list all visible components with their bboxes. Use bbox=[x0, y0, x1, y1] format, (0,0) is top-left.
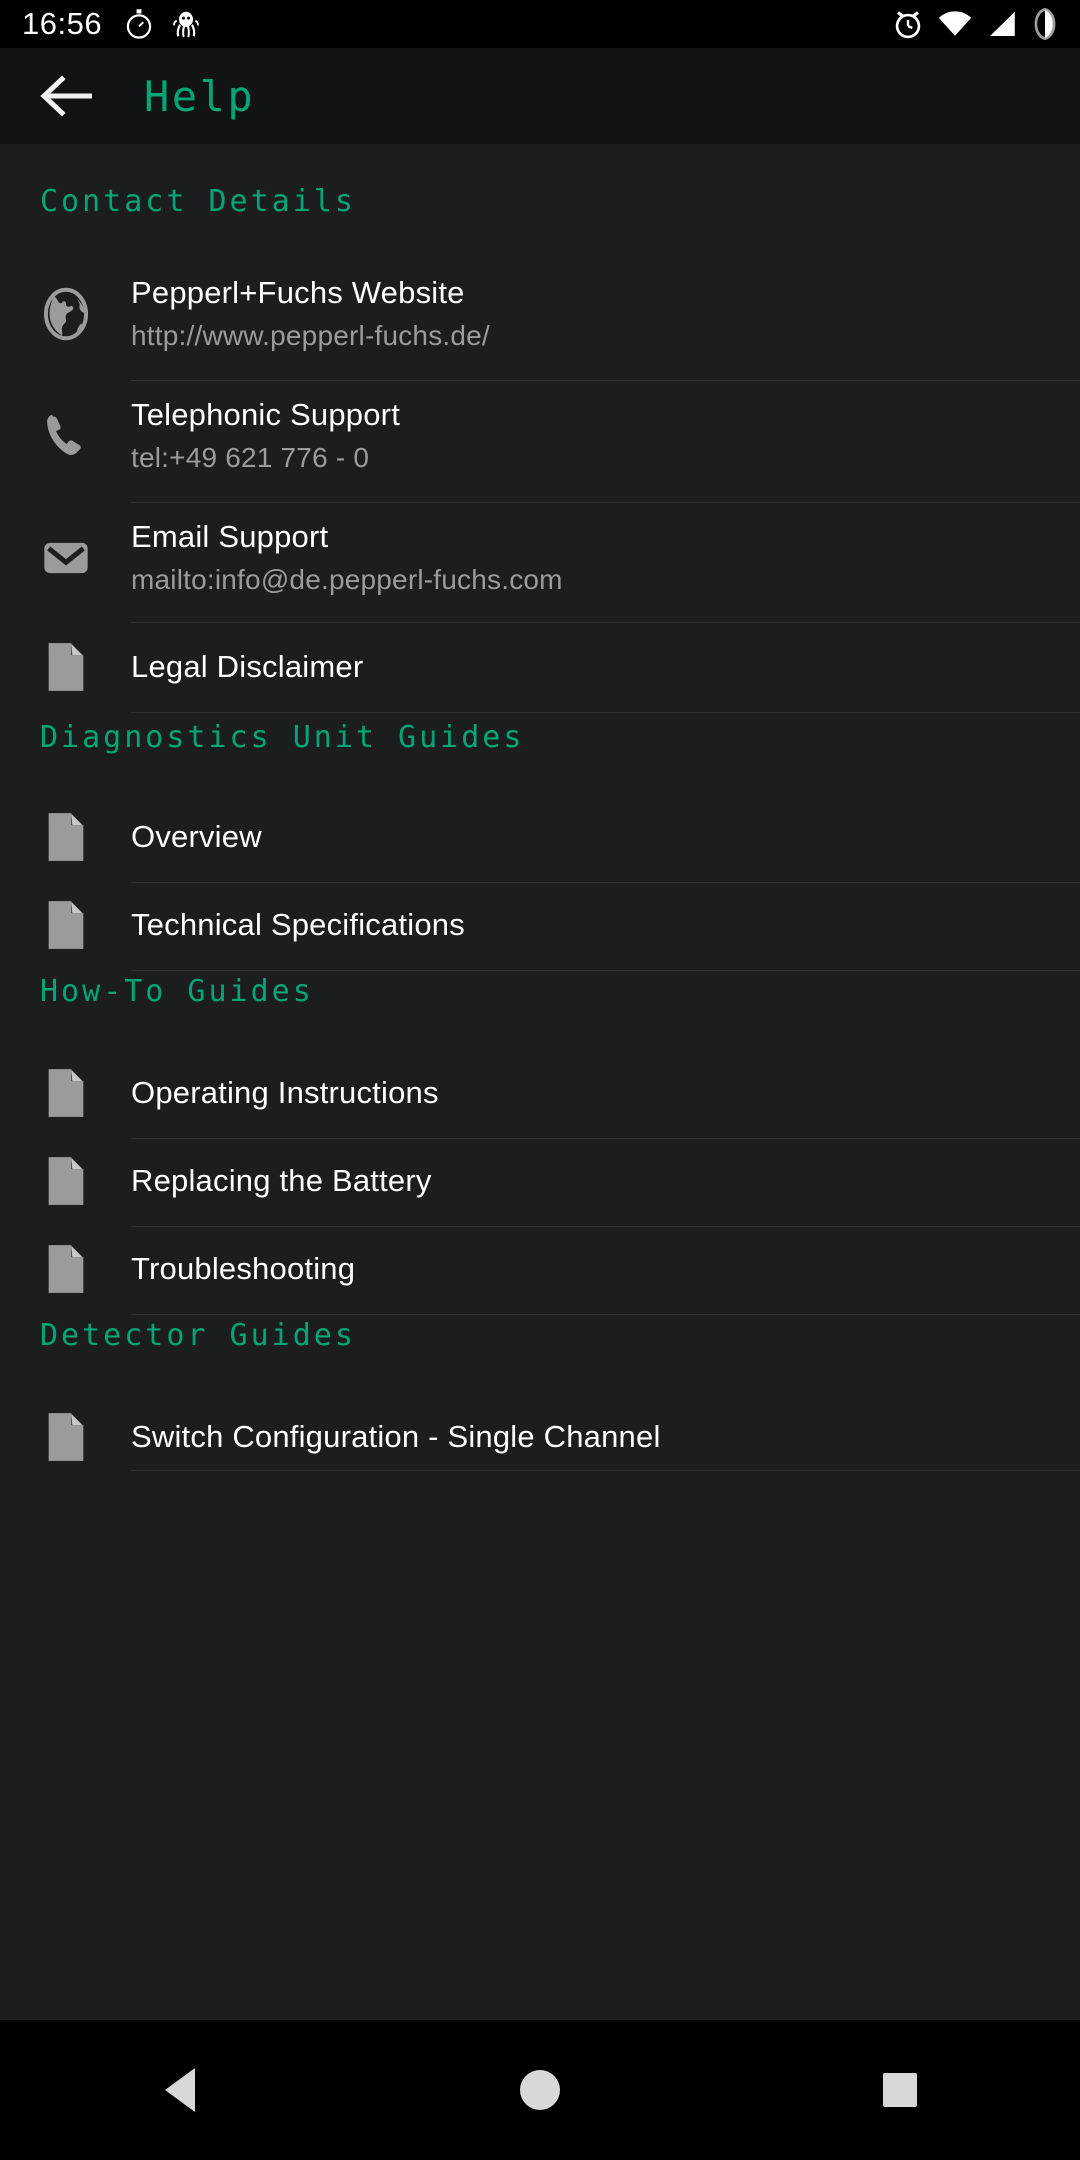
document-icon bbox=[0, 1067, 131, 1119]
list-item-text-block: Legal Disclaimer bbox=[131, 647, 1080, 687]
list-item-text-block: Overview bbox=[131, 817, 1080, 857]
document-icon bbox=[0, 899, 131, 951]
arrow-left-icon bbox=[40, 75, 96, 117]
divider bbox=[131, 1314, 1080, 1315]
list-item-text-block: Technical Specifications bbox=[131, 905, 1080, 945]
list-item-email-support[interactable]: Email Support mailto:info@de.pepperl-fuc… bbox=[0, 500, 1080, 616]
list-item-telephonic-support[interactable]: Telephonic Support tel:+49 621 776 - 0 bbox=[0, 378, 1080, 494]
system-navigation-bar bbox=[0, 2020, 1080, 2160]
cell-signal-icon bbox=[986, 10, 1018, 38]
section-header-how-to-guides: How-To Guides bbox=[40, 974, 314, 1009]
list-item-title: Telephonic Support bbox=[131, 397, 401, 432]
list-item-website[interactable]: Pepperl+Fuchs Website http://www.pepperl… bbox=[0, 256, 1080, 372]
list-item-title: Operating Instructions bbox=[131, 1075, 439, 1110]
list-item-text-block: Email Support mailto:info@de.pepperl-fuc… bbox=[131, 517, 1080, 599]
list-item-title: Switch Configuration - Single Channel bbox=[131, 1419, 661, 1454]
list-item-text-block: Replacing the Battery bbox=[131, 1161, 1080, 1201]
section-header-diagnostics-unit-guides: Diagnostics Unit Guides bbox=[40, 720, 525, 755]
divider bbox=[131, 1470, 1080, 1471]
section-header-contact-details: Contact Details bbox=[40, 184, 356, 219]
list-item-technical-specifications[interactable]: Technical Specifications bbox=[0, 880, 1080, 970]
nav-home-button[interactable] bbox=[460, 2020, 620, 2160]
document-icon bbox=[0, 1411, 131, 1463]
list-item-text-block: Telephonic Support tel:+49 621 776 - 0 bbox=[131, 395, 1080, 477]
nav-back-button[interactable] bbox=[100, 2020, 260, 2160]
globe-icon bbox=[0, 286, 131, 342]
back-triangle-icon bbox=[165, 2068, 195, 2112]
email-icon bbox=[0, 532, 131, 584]
status-bar-system-icons bbox=[892, 8, 1058, 40]
nav-recents-button[interactable] bbox=[820, 2020, 980, 2160]
document-icon bbox=[0, 641, 131, 693]
home-circle-icon bbox=[520, 2070, 560, 2110]
status-bar-notification-icons bbox=[124, 8, 200, 40]
document-icon bbox=[0, 811, 131, 863]
list-item-switch-configuration-single-channel[interactable]: Switch Configuration - Single Channel bbox=[0, 1392, 1080, 1476]
list-item-subtitle: tel:+49 621 776 - 0 bbox=[131, 442, 370, 473]
recents-square-icon bbox=[883, 2073, 917, 2107]
alarm-clock-icon bbox=[892, 8, 924, 40]
list-item-text-block: Operating Instructions bbox=[131, 1073, 1080, 1113]
list-item-title: Technical Specifications bbox=[131, 907, 465, 942]
list-item-title: Overview bbox=[131, 819, 262, 854]
list-item-operating-instructions[interactable]: Operating Instructions bbox=[0, 1048, 1080, 1138]
list-item-title: Pepperl+Fuchs Website bbox=[131, 275, 465, 310]
list-item-replacing-the-battery[interactable]: Replacing the Battery bbox=[0, 1136, 1080, 1226]
list-item-title: Legal Disclaimer bbox=[131, 649, 364, 684]
status-bar: 16:56 bbox=[0, 0, 1080, 48]
list-item-title: Email Support bbox=[131, 519, 329, 554]
octopus-icon bbox=[172, 8, 200, 40]
list-item-text-block: Switch Configuration - Single Channel bbox=[131, 1417, 1080, 1457]
stopwatch-icon bbox=[124, 8, 154, 40]
list-item-troubleshooting[interactable]: Troubleshooting bbox=[0, 1224, 1080, 1314]
phone-screen: 16:56 Help Contact Details Pepperl+Fuchs… bbox=[0, 0, 1080, 2160]
help-list-scroll-area[interactable]: Contact Details Pepperl+Fuchs Website ht… bbox=[0, 144, 1080, 1476]
list-item-text-block: Troubleshooting bbox=[131, 1249, 1080, 1289]
list-item-overview[interactable]: Overview bbox=[0, 792, 1080, 882]
section-header-detector-guides: Detector Guides bbox=[40, 1318, 356, 1353]
divider bbox=[131, 712, 1080, 713]
list-item-subtitle: mailto:info@de.pepperl-fuchs.com bbox=[131, 564, 563, 595]
list-item-subtitle: http://www.pepperl-fuchs.de/ bbox=[131, 320, 490, 351]
divider bbox=[131, 970, 1080, 971]
app-bar: Help bbox=[0, 48, 1080, 144]
status-bar-clock: 16:56 bbox=[22, 6, 103, 41]
document-icon bbox=[0, 1243, 131, 1295]
list-item-title: Replacing the Battery bbox=[131, 1163, 432, 1198]
list-item-legal-disclaimer[interactable]: Legal Disclaimer bbox=[0, 622, 1080, 712]
document-icon bbox=[0, 1155, 131, 1207]
back-button[interactable] bbox=[20, 48, 116, 144]
battery-icon bbox=[1032, 8, 1058, 40]
page-title: Help bbox=[144, 71, 256, 121]
wifi-icon bbox=[938, 10, 972, 38]
list-item-title: Troubleshooting bbox=[131, 1251, 356, 1286]
list-item-text-block: Pepperl+Fuchs Website http://www.pepperl… bbox=[131, 273, 1080, 355]
phone-icon bbox=[0, 410, 131, 462]
